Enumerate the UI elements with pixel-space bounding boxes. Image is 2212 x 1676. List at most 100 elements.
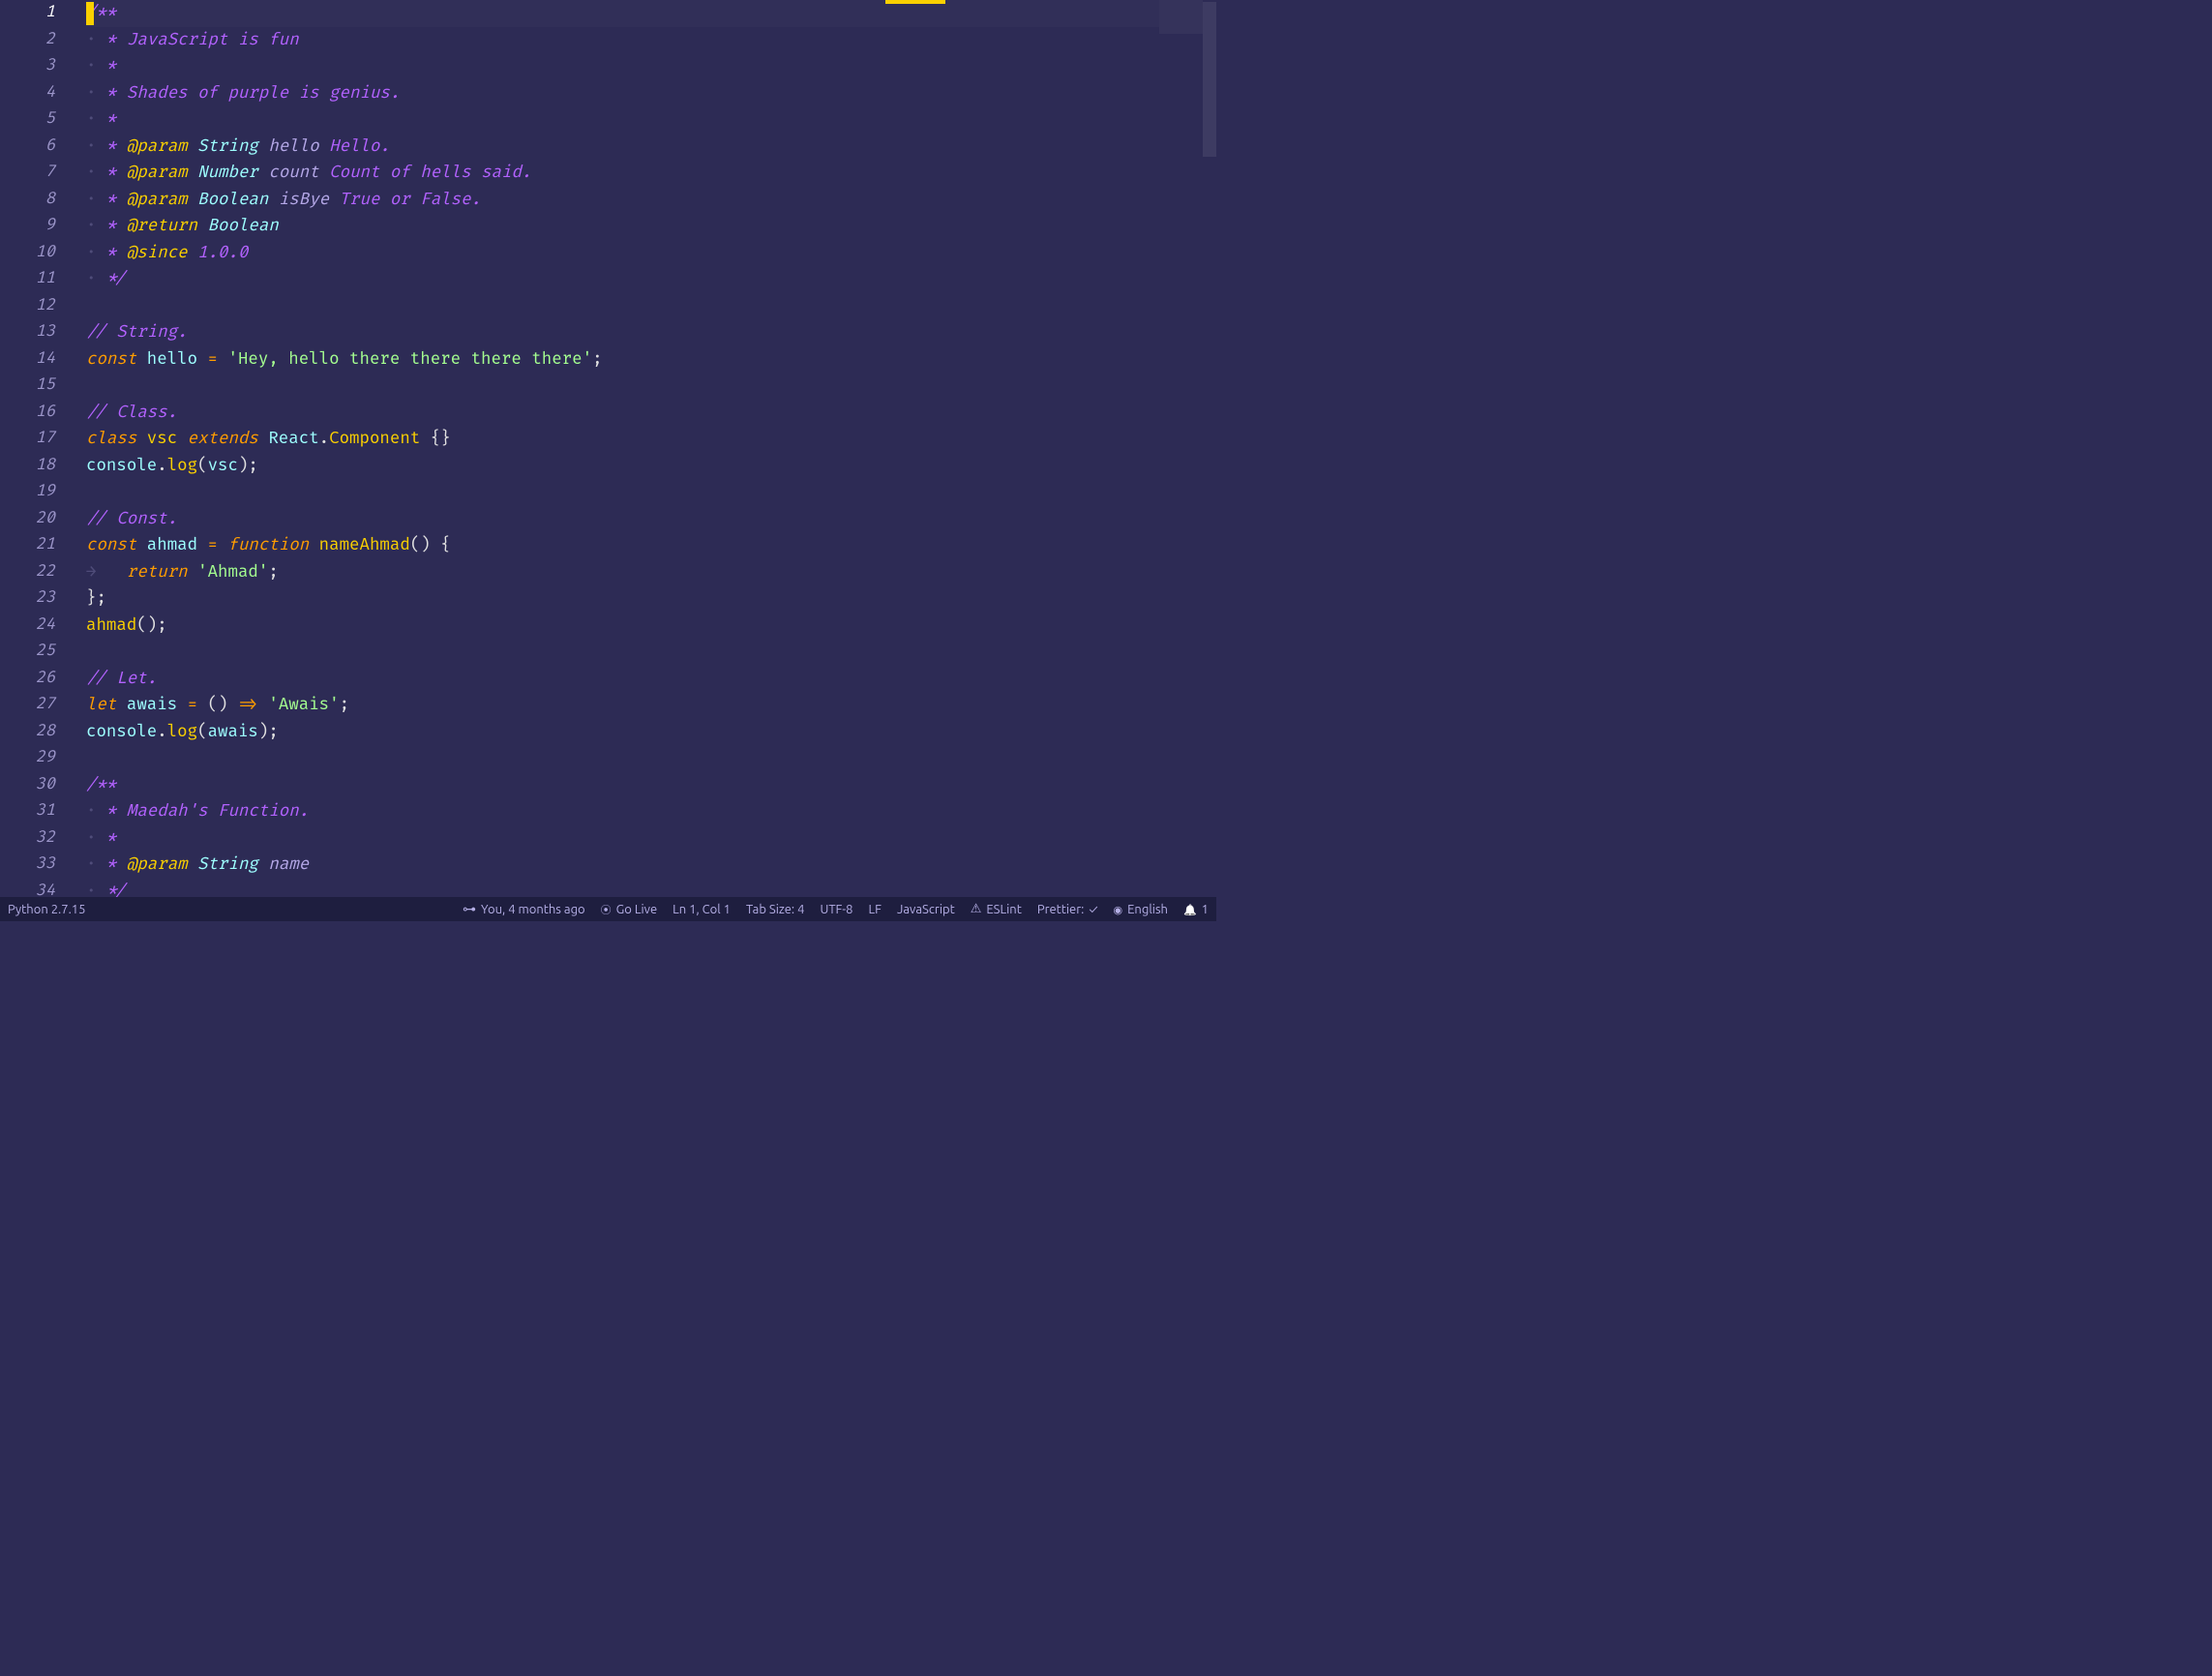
status-go-live[interactable]: Go Live [601,902,657,917]
code-line[interactable]: }; [86,585,1159,613]
code-line[interactable]: · * [86,53,1159,80]
line-number[interactable]: 24 [12,613,55,640]
code-line[interactable]: // Const. [86,506,1159,533]
line-number[interactable]: 31 [12,798,55,825]
line-number[interactable]: 11 [12,266,55,293]
status-prettier[interactable]: Prettier: [1037,903,1098,916]
line-number[interactable]: 14 [12,346,55,374]
code-content[interactable]: /** · * JavaScript is fun · * · * Shades… [73,0,1159,897]
code-line[interactable]: // Class. [86,400,1159,427]
code-line[interactable]: · * JavaScript is fun [86,27,1159,54]
status-tab-size[interactable]: Tab Size: 4 [746,903,805,916]
token-comment: * [96,56,116,76]
status-cursor-position[interactable]: Ln 1, Col 1 [673,903,731,916]
code-line[interactable]: · * @since 1.0.0 [86,240,1159,267]
line-number[interactable]: 12 [12,293,55,320]
code-line[interactable]: console.log(vsc); [86,453,1159,480]
code-line[interactable]: /** [86,0,1159,27]
code-line[interactable] [86,639,1159,666]
line-number[interactable]: 17 [12,426,55,453]
line-number[interactable]: 28 [12,719,55,746]
token-doc-text: JavaScript is fun [127,30,299,50]
line-number[interactable]: 21 [12,532,55,559]
line-number[interactable]: 26 [12,666,55,693]
line-number[interactable]: 20 [12,506,55,533]
line-number[interactable]: 34 [12,879,55,898]
line-number[interactable]: 10 [12,240,55,267]
line-number[interactable]: 19 [12,479,55,506]
line-number[interactable]: 9 [12,213,55,240]
line-number-gutter[interactable]: 1 2 3 4 5 6 7 8 9 10 11 12 13 14 15 16 1… [0,0,73,897]
line-number[interactable]: 30 [12,772,55,799]
code-line[interactable]: · * [86,106,1159,134]
line-number[interactable]: 27 [12,692,55,719]
line-number[interactable]: 6 [12,134,55,161]
token-param-name: hello [268,136,318,157]
status-encoding[interactable]: UTF-8 [820,903,852,916]
line-number[interactable]: 13 [12,319,55,346]
code-line[interactable]: class vsc extends React.Component {} [86,426,1159,453]
whitespace-marker: → [86,562,127,583]
status-eol[interactable]: LF [869,903,882,916]
line-number[interactable]: 1 [12,0,55,27]
minimap-viewport[interactable] [1159,0,1203,34]
line-number[interactable]: 23 [12,585,55,613]
check-icon [1089,903,1097,916]
code-line[interactable]: /** [86,772,1159,799]
scrollbar[interactable] [1203,0,1216,897]
code-line[interactable]: let awais = () => 'Awais'; [86,692,1159,719]
line-number[interactable]: 7 [12,160,55,187]
code-line[interactable]: · */ [86,879,1159,898]
code-line[interactable]: · * @param Boolean isBye True or False. [86,187,1159,214]
code-line[interactable]: · * @param Number count Count of hells s… [86,160,1159,187]
status-python[interactable]: Python 2.7.15 [8,903,85,916]
line-number[interactable]: 25 [12,639,55,666]
status-notifications[interactable]: 1 [1183,903,1209,916]
code-line[interactable] [86,479,1159,506]
broadcast-icon [601,902,612,917]
code-line[interactable]: · * Shades of purple is genius. [86,80,1159,107]
code-line[interactable]: · * Maedah's Function. [86,798,1159,825]
status-spellcheck[interactable]: English [1114,903,1168,916]
line-number[interactable]: 16 [12,400,55,427]
code-line[interactable]: → return 'Ahmad'; [86,559,1159,586]
scrollbar-thumb[interactable] [1203,2,1216,157]
token-comment: * [96,216,126,236]
line-number[interactable]: 3 [12,53,55,80]
code-line[interactable]: console.log(awais); [86,719,1159,746]
status-language[interactable]: JavaScript [897,903,955,916]
status-git-blame[interactable]: You, 4 months ago [463,901,585,917]
code-line[interactable]: · */ [86,266,1159,293]
token-punct: ; [157,615,166,636]
line-number[interactable]: 4 [12,80,55,107]
minimap[interactable] [1159,0,1203,897]
line-number[interactable]: 15 [12,373,55,400]
code-line[interactable]: // Let. [86,666,1159,693]
code-line[interactable]: · * [86,825,1159,853]
status-eslint[interactable]: ESLint [971,902,1022,916]
token-keyword: function [227,535,309,555]
line-number[interactable]: 5 [12,106,55,134]
code-line[interactable]: · * @param String name [86,852,1159,879]
code-line[interactable]: const hello = 'Hey, hello there there th… [86,346,1159,374]
token-string: 'Hey, hello there there there there' [227,349,592,370]
line-number[interactable]: 22 [12,559,55,586]
code-line[interactable] [86,293,1159,320]
code-line[interactable] [86,373,1159,400]
line-number[interactable]: 8 [12,187,55,214]
code-line[interactable]: const ahmad = function nameAhmad() { [86,532,1159,559]
code-line[interactable]: · * @param String hello Hello. [86,134,1159,161]
code-line[interactable] [86,745,1159,772]
line-number[interactable]: 33 [12,852,55,879]
status-notif-count: 1 [1202,903,1209,916]
code-line[interactable]: // String. [86,319,1159,346]
line-number[interactable]: 18 [12,453,55,480]
token-method: log [167,722,197,742]
line-number[interactable]: 32 [12,825,55,853]
editor-area[interactable]: 1 2 3 4 5 6 7 8 9 10 11 12 13 14 15 16 1… [0,0,1216,897]
line-number[interactable]: 2 [12,27,55,54]
code-line[interactable]: ahmad(); [86,613,1159,640]
code-line[interactable]: · * @return Boolean [86,213,1159,240]
line-number[interactable]: 29 [12,745,55,772]
token-doc-tag: @param [127,136,188,157]
